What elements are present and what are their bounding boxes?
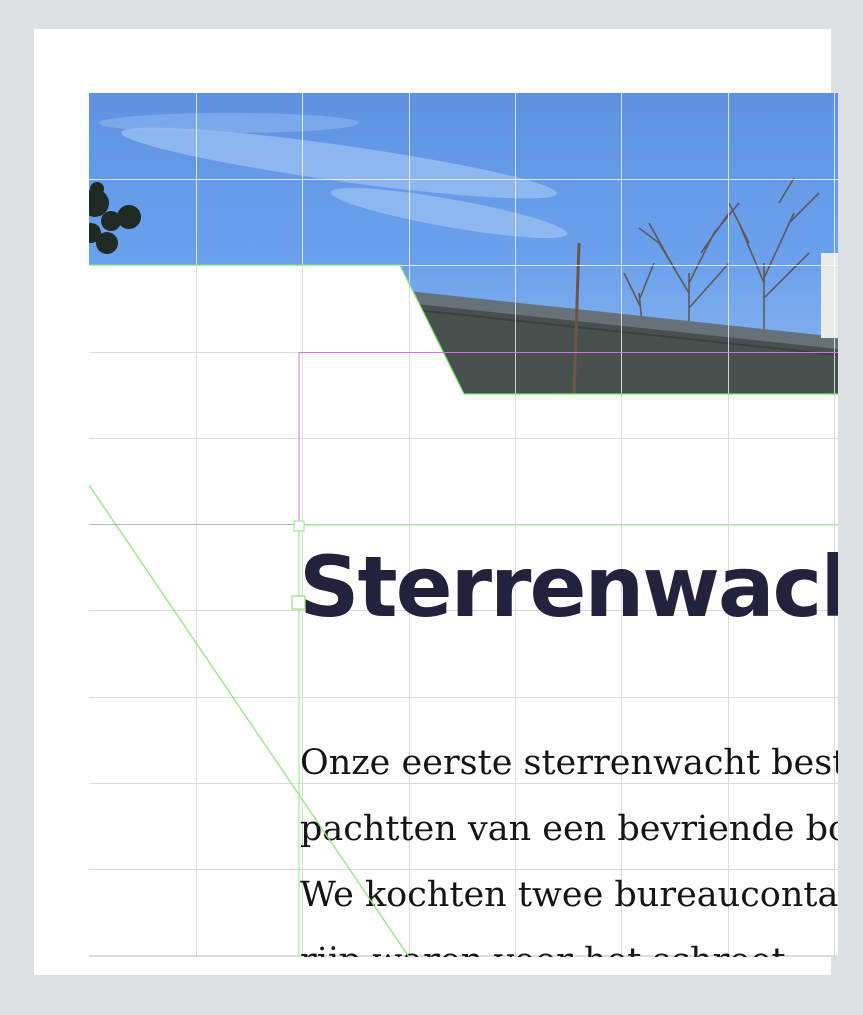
body-paragraph[interactable]: Onze eerste sterrenwacht bestond pachtte… bbox=[300, 730, 838, 957]
paragraph-line: pachtten van een bevriende boer. bbox=[300, 809, 838, 849]
paragraph-line: Onze eerste sterrenwacht bestond bbox=[300, 743, 838, 783]
paragraph-line: rijp waren voor het schroot bbox=[300, 928, 838, 957]
design-canvas[interactable]: Sterrenwacht Onze eerste sterrenwacht be… bbox=[89, 93, 838, 957]
paragraph-line: We kochten twee bureaucontainers bbox=[300, 875, 838, 915]
page-title[interactable]: Sterrenwacht bbox=[299, 545, 838, 629]
artboard: Sterrenwacht Onze eerste sterrenwacht be… bbox=[34, 29, 838, 975]
